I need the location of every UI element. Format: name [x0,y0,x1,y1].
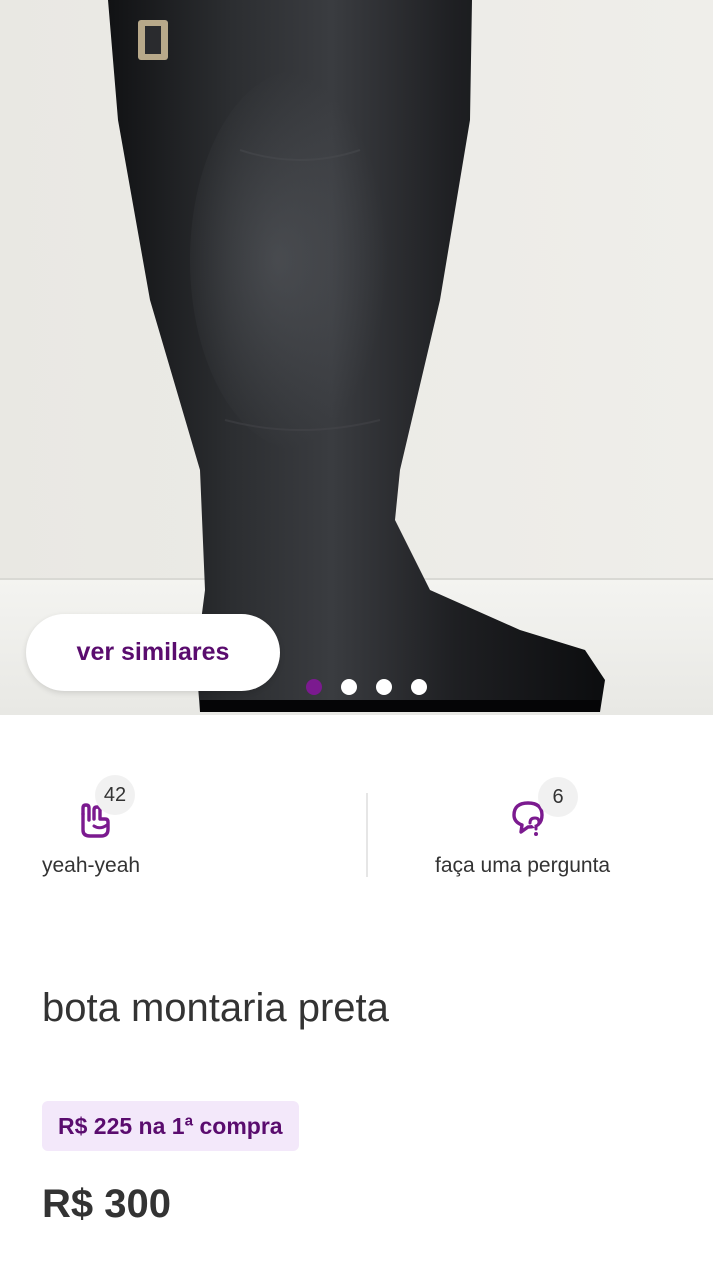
gallery-pagination [306,679,427,695]
ask-question-action[interactable]: 6 faça uma pergunta [368,715,713,895]
pagination-dot[interactable] [411,679,427,695]
yeah-yeah-action[interactable]: 42 yeah-yeah [0,715,366,895]
product-title: bota montaria preta [42,986,389,1030]
promo-price-badge: R$ 225 na 1ª compra [42,1101,299,1151]
see-similar-button[interactable]: ver similares [26,614,280,691]
pagination-dot-active[interactable] [306,679,322,695]
product-photo[interactable]: ver similares [0,0,713,715]
engagement-actions: 42 yeah-yeah 6 faça uma pergunta [0,715,713,895]
pagination-dot[interactable] [341,679,357,695]
questions-count: 6 [538,777,578,817]
yeah-yeah-count: 42 [95,775,135,815]
product-price: R$ 300 [42,1182,171,1226]
ask-question-label: faça uma pergunta [435,854,611,877]
pagination-dot[interactable] [376,679,392,695]
yeah-yeah-label: yeah-yeah [42,854,141,877]
boot-image [0,0,713,715]
